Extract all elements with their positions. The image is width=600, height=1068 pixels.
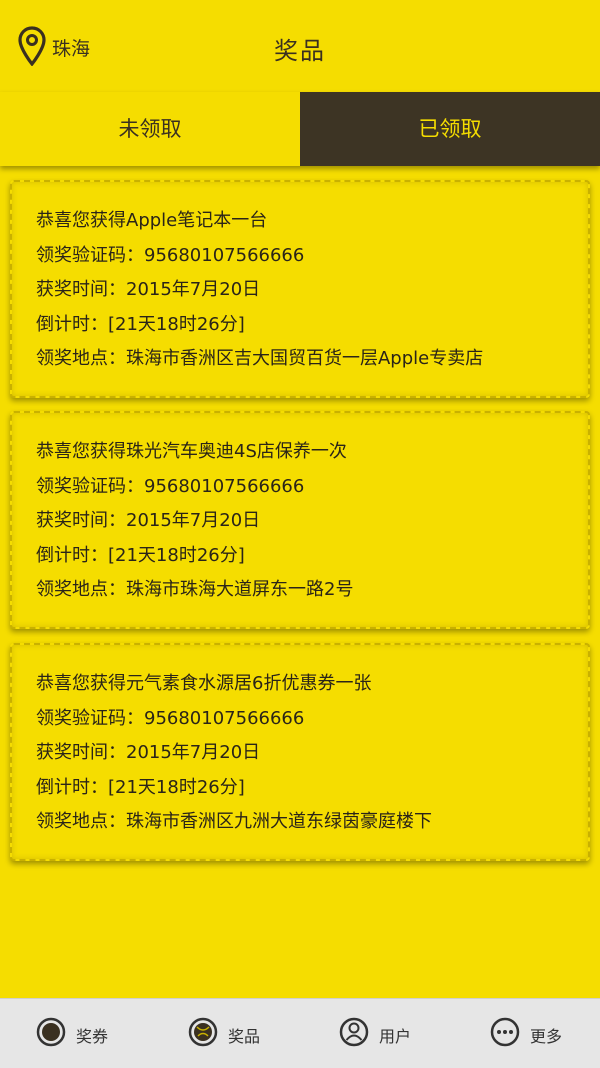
prize-tabs: 未领取 已领取 xyxy=(0,92,600,166)
more-icon xyxy=(490,1017,520,1047)
nav-item-user[interactable]: 用户 xyxy=(339,999,449,1068)
prize-card[interactable]: 恭喜您获得珠光汽车奥迪4S店保养一次 领奖验证码：95680107566666 … xyxy=(10,411,590,629)
prize-location: 领奖地点：珠海市香洲区九洲大道东绿茵豪庭楼下 xyxy=(36,811,432,832)
nav-item-prizes[interactable]: 奖品 xyxy=(188,999,298,1068)
prize-time: 获奖时间：2015年7月20日 xyxy=(36,510,261,531)
page-title: 奖品 xyxy=(274,37,326,65)
user-icon xyxy=(339,1017,369,1047)
prize-location: 领奖地点：珠海市珠海大道屏东一路2号 xyxy=(36,579,354,600)
prize-time: 获奖时间：2015年7月20日 xyxy=(36,279,261,300)
nav-item-coupons[interactable]: 奖券 xyxy=(36,999,146,1068)
nav-label: 奖品 xyxy=(228,1027,261,1046)
prize-title: 恭喜您获得Apple笔记本一台 xyxy=(36,210,268,231)
prize-countdown: 倒计时：[21天18时26分] xyxy=(36,544,245,566)
prize-icon xyxy=(188,1017,218,1047)
tab-unclaimed[interactable]: 未领取 xyxy=(0,92,300,166)
prize-code: 领奖验证码：95680107566666 xyxy=(36,475,305,497)
app-header: 珠海 奖品 xyxy=(0,0,600,92)
prize-location: 领奖地点：珠海市香洲区吉大国贸百货一层Apple专卖店 xyxy=(36,348,484,369)
coupon-icon xyxy=(36,1017,66,1047)
prize-card[interactable]: 恭喜您获得Apple笔记本一台 领奖验证码：95680107566666 获奖时… xyxy=(10,180,590,398)
nav-label: 更多 xyxy=(530,1027,563,1046)
nav-label: 奖券 xyxy=(76,1027,109,1046)
prize-title: 恭喜您获得珠光汽车奥迪4S店保养一次 xyxy=(36,441,347,462)
prize-countdown: 倒计时：[21天18时26分] xyxy=(36,776,245,798)
prize-code: 领奖验证码：95680107566666 xyxy=(36,707,305,729)
prize-countdown: 倒计时：[21天18时26分] xyxy=(36,313,245,335)
prize-card[interactable]: 恭喜您获得元气素食水源居6折优惠券一张 领奖验证码：95680107566666… xyxy=(10,643,590,861)
nav-item-more[interactable]: 更多 xyxy=(490,999,590,1068)
prize-time: 获奖时间：2015年7月20日 xyxy=(36,742,261,763)
tab-claimed[interactable]: 已领取 xyxy=(300,92,600,166)
prize-title: 恭喜您获得元气素食水源居6折优惠券一张 xyxy=(36,673,372,694)
bottom-nav: 奖券 奖品 用户 更多 xyxy=(0,998,600,1068)
nav-label: 用户 xyxy=(379,1027,412,1046)
prize-code: 领奖验证码：95680107566666 xyxy=(36,244,305,266)
